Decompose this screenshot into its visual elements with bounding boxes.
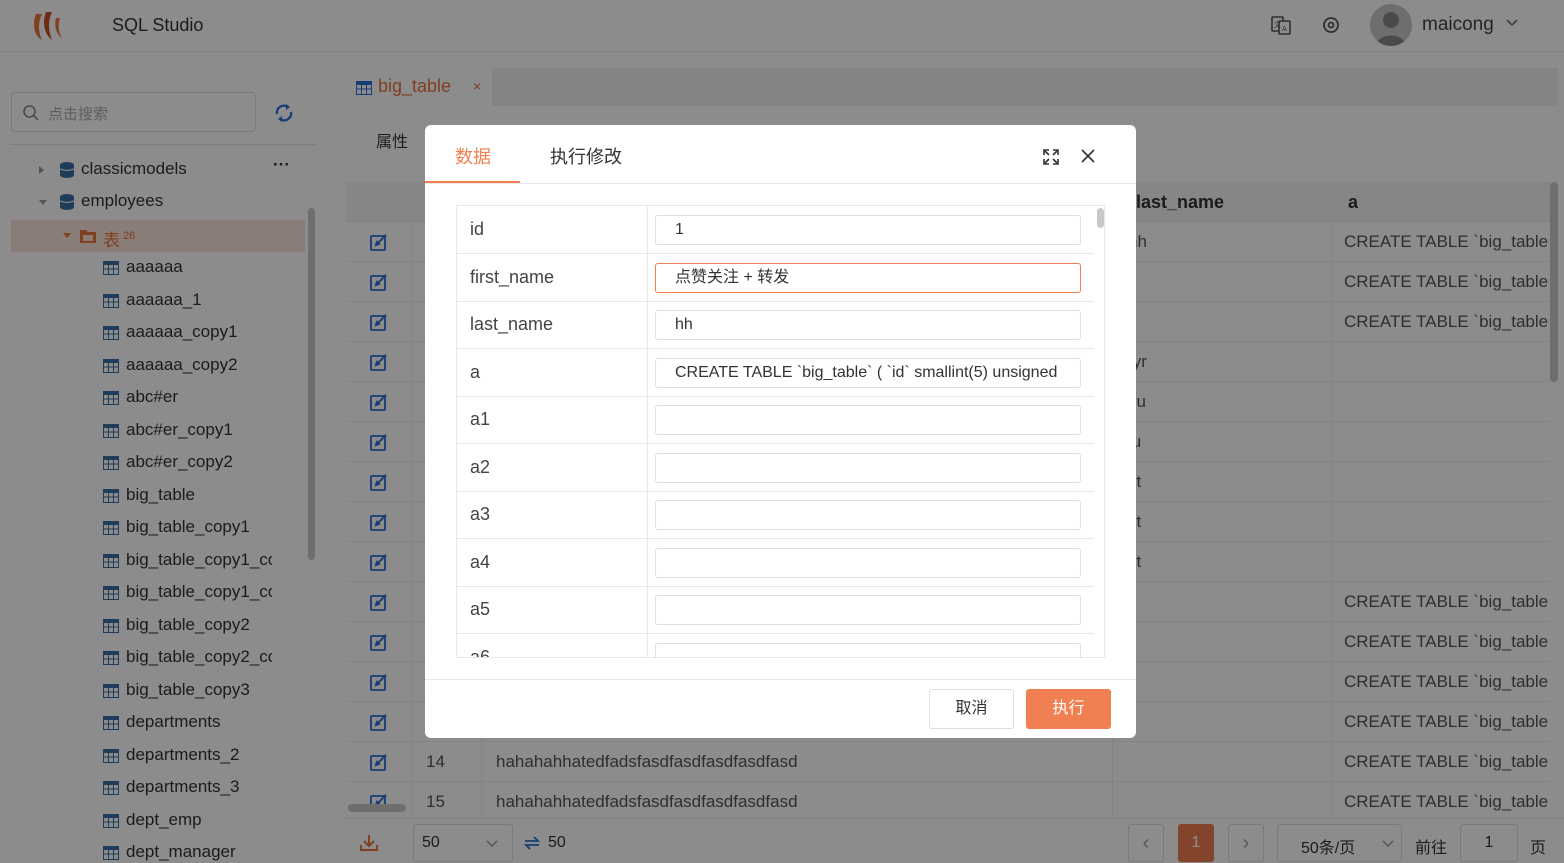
form-field-row: a2 xyxy=(457,443,1094,492)
dialog-tabs: 数据 执行修改 xyxy=(425,125,1136,184)
field-input[interactable] xyxy=(655,452,1081,483)
tab-execute-changes[interactable]: 执行修改 xyxy=(550,143,622,169)
field-input[interactable] xyxy=(655,547,1081,578)
form-field-row: id 1 xyxy=(457,206,1094,254)
form-field-row: a3 xyxy=(457,491,1094,539)
field-input[interactable]: 点赞关注 + 转发 xyxy=(655,262,1081,293)
field-label: a6 xyxy=(457,633,648,657)
form-field-row: a4 xyxy=(457,538,1094,587)
field-input[interactable] xyxy=(655,405,1081,435)
field-input[interactable]: CREATE TABLE `big_table` ( `id` smallint… xyxy=(655,357,1081,388)
form-field-row: a5 xyxy=(457,586,1094,634)
field-input[interactable]: 1 xyxy=(655,215,1081,245)
field-label: id xyxy=(457,206,648,253)
field-label: first_name xyxy=(457,253,648,301)
tab-data[interactable]: 数据 xyxy=(455,143,491,169)
form-scrollbar[interactable] xyxy=(1097,208,1104,228)
form-field-row: last_name hh xyxy=(457,301,1094,349)
form-field-row: a1 xyxy=(457,396,1094,444)
field-label: a5 xyxy=(457,586,648,633)
field-input[interactable] xyxy=(655,595,1081,625)
execute-button[interactable]: 执行 xyxy=(1026,689,1111,729)
field-input[interactable] xyxy=(655,642,1081,657)
close-icon[interactable] xyxy=(1081,149,1095,163)
field-form: id 1 first_name 点赞关注 + 转发 last_name hh a CREATE… xyxy=(456,205,1105,658)
field-label: a1 xyxy=(457,396,648,443)
expand-icon[interactable] xyxy=(1043,149,1059,165)
cancel-button[interactable]: 取消 xyxy=(929,689,1014,729)
dialog-footer-divider xyxy=(425,679,1136,680)
field-label: a3 xyxy=(457,491,648,538)
field-label: a4 xyxy=(457,538,648,586)
form-field-row: a6 xyxy=(457,633,1094,657)
field-input[interactable] xyxy=(655,500,1081,530)
edit-row-dialog: 数据 执行修改 id 1 first_name 点赞关注 + 转发 last_name h… xyxy=(425,125,1136,738)
active-tab-indicator xyxy=(425,181,520,183)
field-label: last_name xyxy=(457,301,648,348)
form-field-row: first_name 点赞关注 + 转发 xyxy=(457,253,1094,302)
field-label: a2 xyxy=(457,443,648,491)
field-label: a xyxy=(457,348,648,396)
field-input[interactable]: hh xyxy=(655,310,1081,340)
form-field-row: a CREATE TABLE `big_table` ( `id` smallin… xyxy=(457,348,1094,397)
